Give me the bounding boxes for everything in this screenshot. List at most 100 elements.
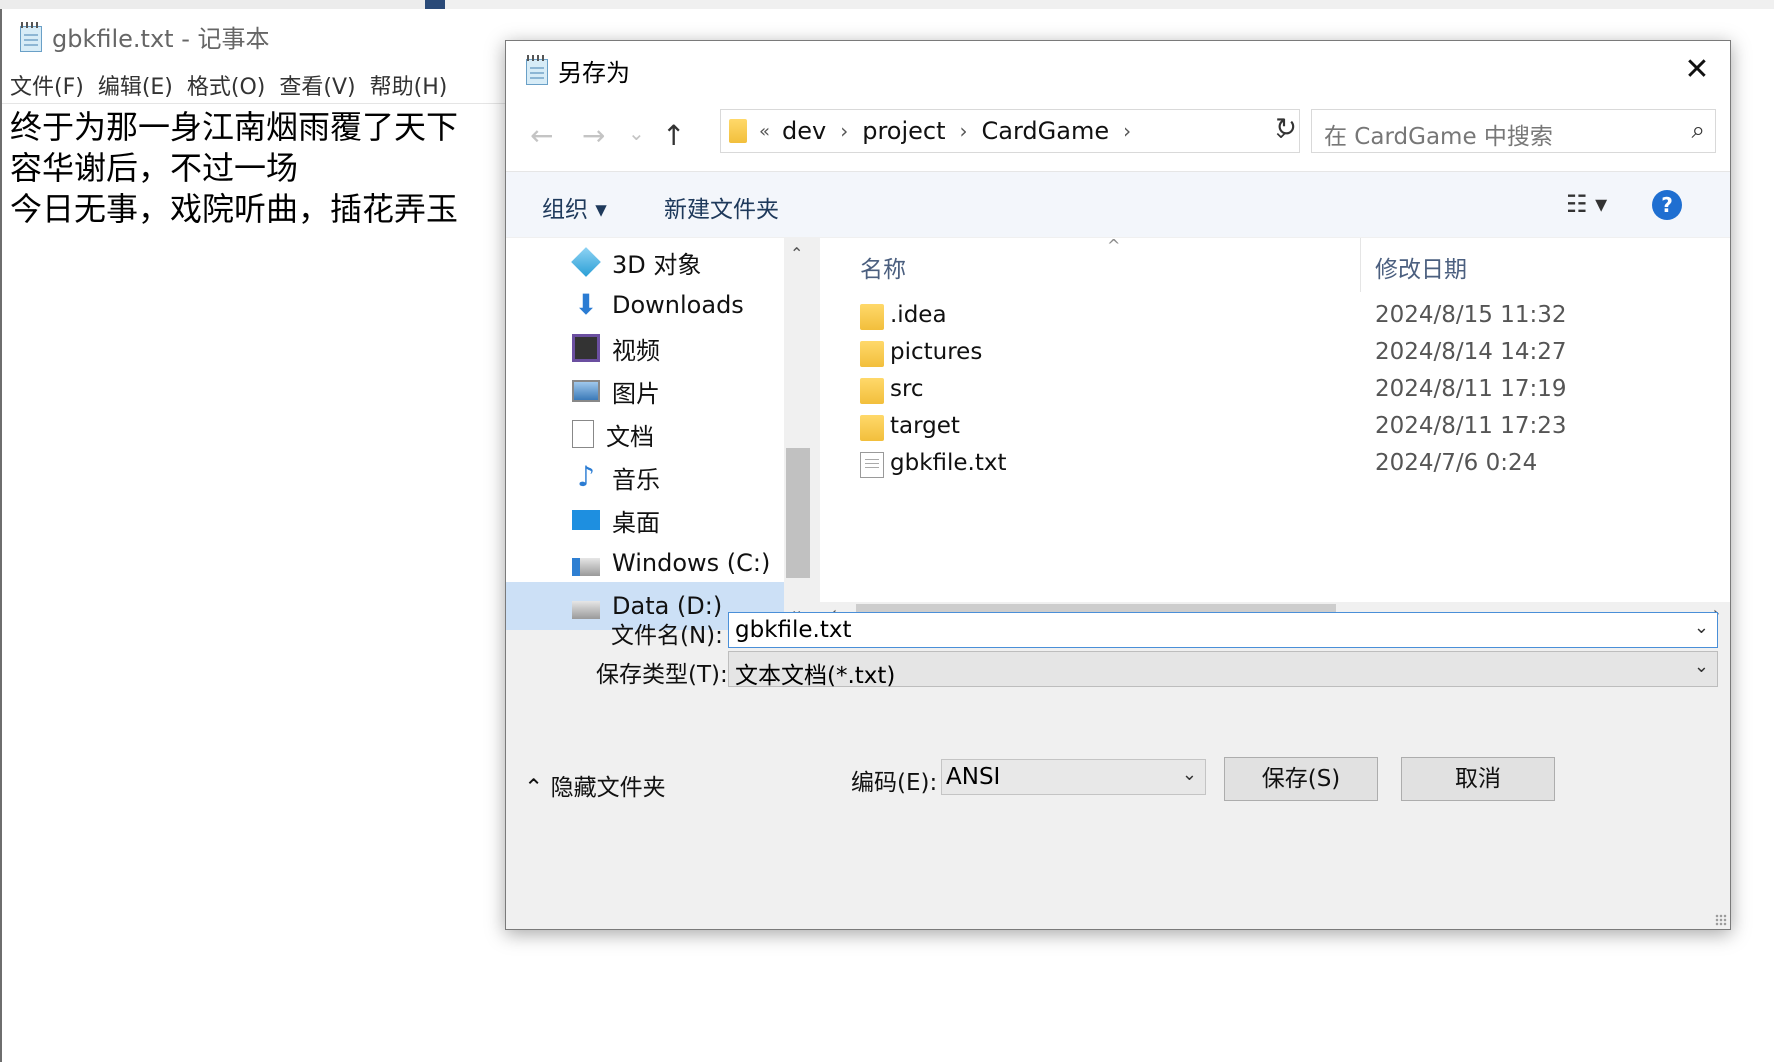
breadcrumb-cardgame[interactable]: CardGame: [982, 117, 1110, 145]
background-explorer-strip: [0, 0, 1774, 9]
nav-item-label: Downloads: [612, 291, 744, 319]
file-date: 2024/8/15 11:32: [1375, 302, 1567, 328]
folder-icon: [729, 119, 747, 143]
file-row[interactable]: src 2024/8/11 17:19: [820, 372, 1730, 409]
save-button[interactable]: 保存(S): [1224, 757, 1378, 801]
nav-pane-scrollbar[interactable]: ⌃ ⌄: [784, 238, 812, 628]
nav-item-pictures[interactable]: 图片: [506, 367, 784, 415]
new-folder-button[interactable]: 新建文件夹: [664, 190, 779, 224]
breadcrumb-separator[interactable]: ›: [840, 119, 848, 143]
hide-folders-toggle[interactable]: ⌃ 隐藏文件夹: [524, 768, 666, 802]
menu-file[interactable]: 文件(F): [10, 69, 84, 101]
chevron-down-icon[interactable]: ⌄: [1182, 764, 1197, 785]
dialog-title: 另存为: [558, 58, 630, 87]
column-modified[interactable]: 修改日期: [1375, 250, 1467, 284]
overflow-chevron-icon[interactable]: «: [759, 121, 770, 142]
nav-item-label: 桌面: [612, 508, 660, 537]
file-date: 2024/8/14 14:27: [1375, 339, 1567, 365]
search-placeholder: 在 CardGame 中搜索: [1324, 124, 1553, 150]
menu-format[interactable]: 格式(O): [187, 69, 265, 101]
dialog-toolbar: 组织 ▾ 新建文件夹 ☷ ▾ ?: [506, 171, 1730, 237]
chevron-down-icon[interactable]: ⌄: [1694, 656, 1709, 677]
pictures-icon: [572, 380, 600, 402]
address-bar[interactable]: « dev › project › CardGame › ⌄: [720, 109, 1300, 153]
file-list: ^ 名称 修改日期 .idea 2024/8/15 11:32 pictures…: [820, 236, 1730, 602]
nav-item-downloads[interactable]: ⬇ Downloads: [506, 281, 784, 329]
dialog-titlebar[interactable]: 另存为 ✕: [506, 41, 1730, 99]
notepad-icon: [524, 55, 550, 85]
nav-item-label: 3D 对象: [612, 250, 702, 279]
nav-item-3d-objects[interactable]: 3D 对象: [506, 238, 784, 286]
file-name: src: [890, 376, 924, 402]
breadcrumb-separator[interactable]: ›: [1123, 119, 1131, 143]
background-accent: [425, 0, 445, 9]
nav-item-label: 图片: [612, 379, 660, 408]
file-name: pictures: [890, 339, 983, 365]
folder-icon: [860, 341, 884, 367]
nav-item-desktop[interactable]: 桌面: [506, 496, 784, 544]
back-arrow-icon[interactable]: ←: [530, 119, 553, 152]
file-date: 2024/7/6 0:24: [1375, 450, 1538, 476]
file-name: gbkfile.txt: [890, 450, 1007, 476]
breadcrumb-separator[interactable]: ›: [960, 119, 968, 143]
document-icon: [572, 420, 594, 448]
file-date: 2024/8/11 17:23: [1375, 413, 1567, 439]
help-icon[interactable]: ?: [1652, 190, 1682, 220]
view-options-icon[interactable]: ☷ ▾: [1566, 190, 1607, 218]
search-input[interactable]: 在 CardGame 中搜索 ⌕: [1311, 109, 1716, 153]
menu-help[interactable]: 帮助(H): [370, 69, 448, 101]
menu-view[interactable]: 查看(V): [279, 69, 355, 101]
up-arrow-icon[interactable]: ↑: [662, 119, 685, 152]
nav-item-documents[interactable]: 文档: [506, 410, 784, 458]
menu-edit[interactable]: 编辑(E): [98, 69, 173, 101]
scrollbar-thumb[interactable]: [786, 448, 810, 578]
file-date: 2024/8/11 17:19: [1375, 376, 1567, 402]
nav-item-label: 音乐: [612, 465, 660, 494]
file-row[interactable]: pictures 2024/8/14 14:27: [820, 335, 1730, 372]
editor-line: 今日无事，戏院听曲，插花弄玉: [10, 190, 459, 228]
file-row[interactable]: .idea 2024/8/15 11:32: [820, 298, 1730, 335]
breadcrumb-project[interactable]: project: [862, 117, 945, 145]
text-file-icon: [860, 452, 884, 478]
forward-arrow-icon[interactable]: →: [582, 119, 605, 152]
cube-3d-icon: [571, 247, 601, 277]
notepad-menubar: 文件(F) 编辑(E) 格式(O) 查看(V) 帮助(H): [10, 69, 461, 101]
file-name: target: [890, 413, 960, 439]
encoding-select[interactable]: ANSI ⌄: [941, 759, 1206, 795]
scroll-up-icon[interactable]: ⌃: [790, 244, 803, 263]
save-type-select[interactable]: 文本文档(*.txt) ⌄: [728, 651, 1718, 689]
encoding-label: 编码(E):: [851, 770, 938, 796]
resize-grip-icon[interactable]: [1715, 914, 1727, 926]
nav-item-drive-c[interactable]: Windows (C:): [506, 539, 784, 587]
filename-input[interactable]: [729, 613, 1649, 647]
drive-d-icon: [572, 601, 600, 619]
navigation-row: ← → ⌄ ↑ « dev › project › CardGame › ⌄ ↻…: [506, 99, 1730, 171]
refresh-icon[interactable]: ↻: [1266, 113, 1306, 151]
column-header: ^ 名称 修改日期: [820, 236, 1730, 292]
breadcrumb-dev[interactable]: dev: [782, 117, 826, 145]
file-row[interactable]: gbkfile.txt 2024/7/6 0:24: [820, 446, 1730, 483]
save-type-label: 保存类型(T):: [596, 662, 728, 688]
sort-ascending-icon: ^: [1107, 236, 1121, 255]
close-button[interactable]: ✕: [1680, 53, 1714, 87]
file-row[interactable]: target 2024/8/11 17:23: [820, 409, 1730, 446]
recent-locations-icon[interactable]: ⌄: [628, 121, 645, 145]
folder-icon: [860, 415, 884, 441]
nav-item-videos[interactable]: 视频: [506, 324, 784, 372]
chevron-down-icon[interactable]: ⌄: [1694, 617, 1709, 638]
nav-item-music[interactable]: ♪ 音乐: [506, 453, 784, 501]
menu-divider: [2, 103, 512, 104]
drive-c-icon: [572, 558, 600, 576]
nav-item-label: 视频: [612, 336, 660, 365]
pane-splitter[interactable]: [812, 238, 820, 628]
organize-button[interactable]: 组织 ▾: [542, 190, 607, 224]
cancel-button[interactable]: 取消: [1401, 757, 1555, 801]
download-icon: ⬇: [574, 288, 598, 321]
search-icon[interactable]: ⌕: [1692, 116, 1705, 144]
column-divider[interactable]: [1360, 238, 1361, 292]
folder-icon: [860, 378, 884, 404]
notepad-editor[interactable]: 终于为那一身江南烟雨覆了天下 容华谢后，不过一场 今日无事，戏院听曲，插花弄玉: [10, 107, 458, 230]
column-name[interactable]: 名称: [860, 250, 906, 284]
filename-field[interactable]: ⌄: [728, 612, 1718, 648]
nav-item-label: 文档: [606, 422, 654, 451]
